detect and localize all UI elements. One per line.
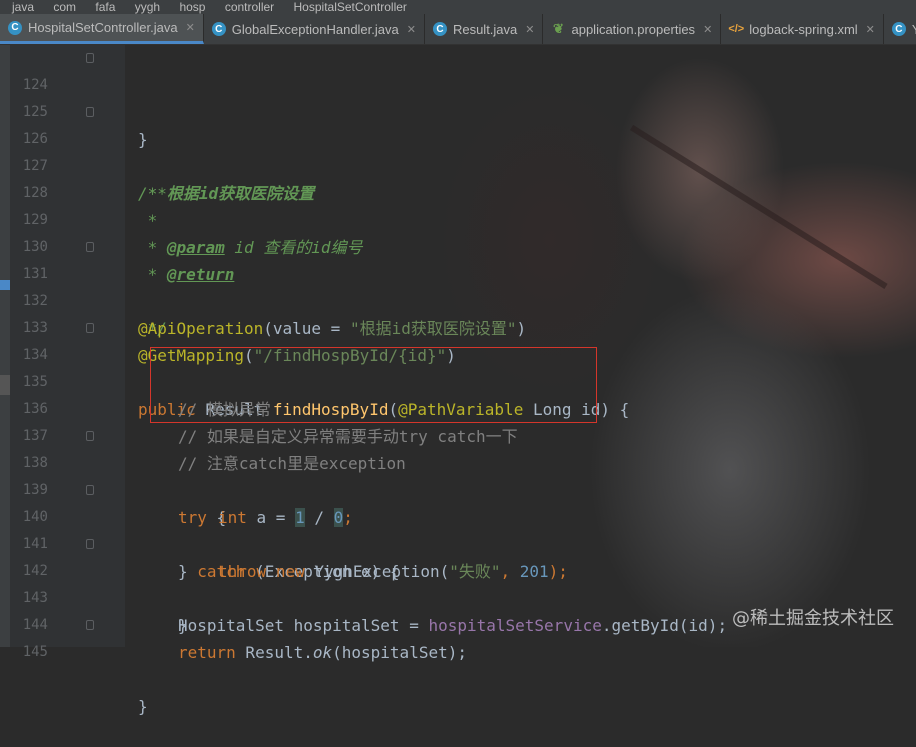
code-line: 127 * 根据id获取医院设置 (0, 126, 916, 203)
tab-result[interactable]: C Result.java ✕ (425, 14, 544, 44)
code-line: 142 } (0, 531, 916, 635)
breadcrumb-item[interactable]: fafa (83, 0, 119, 14)
close-icon[interactable]: ✕ (866, 23, 875, 36)
fold-marker-icon[interactable] (86, 485, 94, 495)
breadcrumb-item[interactable]: com (41, 0, 80, 14)
code-line: 132 @ApiOperation(value = "根据id获取医院设置") (0, 261, 916, 338)
fold-marker-icon[interactable] (86, 620, 94, 630)
code-text: return Result.ok(hospitalSet); (178, 643, 467, 662)
tab-overflow[interactable]: C Y (884, 14, 916, 44)
java-class-icon: C (211, 22, 226, 36)
code-text: } (138, 697, 148, 716)
breadcrumb-item[interactable]: hosp (167, 0, 209, 14)
code-line: 131 */ (0, 234, 916, 338)
code-line: 135 // 模拟异常 (0, 342, 916, 419)
code-line: 137 // 注意catch里是exception (0, 396, 916, 473)
line-number: 145 (22, 644, 48, 660)
code-line: 143 HospitalSet hospitalSet = hospitalSe… (0, 558, 916, 635)
java-class-icon: C (432, 22, 447, 36)
tab-label: GlobalExceptionHandler.java (231, 21, 399, 37)
fold-marker-icon[interactable] (86, 323, 94, 333)
tab-globalexceptionhandler[interactable]: C GlobalExceptionHandler.java ✕ (204, 14, 425, 44)
tab-application-properties[interactable]: ❦ application.properties ✕ (543, 14, 722, 44)
tab-label: logback-spring.xml (749, 21, 858, 37)
code-line: 141 throw new YyghException("失败", 201); (0, 504, 916, 581)
close-icon[interactable]: ✕ (525, 23, 534, 36)
breadcrumb-item[interactable]: HospitalSetController (282, 0, 411, 14)
tab-logback-spring[interactable]: </> logback-spring.xml ✕ (721, 14, 884, 44)
tab-label: Y (912, 22, 916, 37)
java-class-icon: C (891, 22, 906, 36)
fold-marker-icon[interactable] (86, 107, 94, 117)
xml-file-icon: </> (728, 23, 745, 35)
breadcrumb: java com fafa yygh hosp controller Hospi… (0, 0, 916, 14)
code-line: 124 } (0, 45, 916, 149)
code-line: 128 * (0, 153, 916, 230)
breadcrumb-item[interactable]: java (0, 0, 38, 14)
tab-label: HospitalSetController.java (28, 20, 178, 35)
close-icon[interactable]: ✕ (186, 21, 195, 34)
fold-marker-icon[interactable] (86, 242, 94, 252)
editor-tab-bar: C HospitalSetController.java ✕ C GlobalE… (0, 14, 916, 45)
code-line: 134 public Result findHospById(@PathVari… (0, 315, 916, 419)
code-line: 136 // 如果是自定义异常需要手动try catch一下 (0, 369, 916, 446)
breadcrumb-item[interactable]: yygh (123, 0, 164, 14)
java-class-icon: C (8, 20, 22, 35)
code-line: 133 @GetMapping("/findHospById/{id}") (0, 288, 916, 365)
code-line: 125 (0, 72, 916, 120)
close-icon[interactable]: ✕ (703, 23, 712, 36)
code-line: 130 * @return (0, 207, 916, 284)
tab-hospitalsetcontroller[interactable]: C HospitalSetController.java ✕ (0, 14, 204, 44)
breadcrumb-item[interactable]: controller (213, 0, 278, 14)
code-line: 140 } catch (Exception e) { (0, 477, 916, 581)
tab-label: Result.java (452, 21, 518, 37)
tab-label: application.properties (571, 21, 696, 37)
fold-marker-icon[interactable] (86, 539, 94, 549)
spring-leaf-icon: ❦ (553, 21, 564, 36)
watermark: @稀土掘金技术社区 (732, 608, 894, 629)
code-line: 126 /** (0, 99, 916, 203)
code-line: 139 int a = 1 / 0; (0, 450, 916, 527)
fold-marker-icon[interactable] (86, 431, 94, 441)
code-line: 129 * @param id 查看的id编号 (0, 180, 916, 257)
fold-marker-icon[interactable] (86, 53, 94, 63)
close-icon[interactable]: ✕ (407, 23, 416, 36)
code-line: 138 try { (0, 423, 916, 527)
